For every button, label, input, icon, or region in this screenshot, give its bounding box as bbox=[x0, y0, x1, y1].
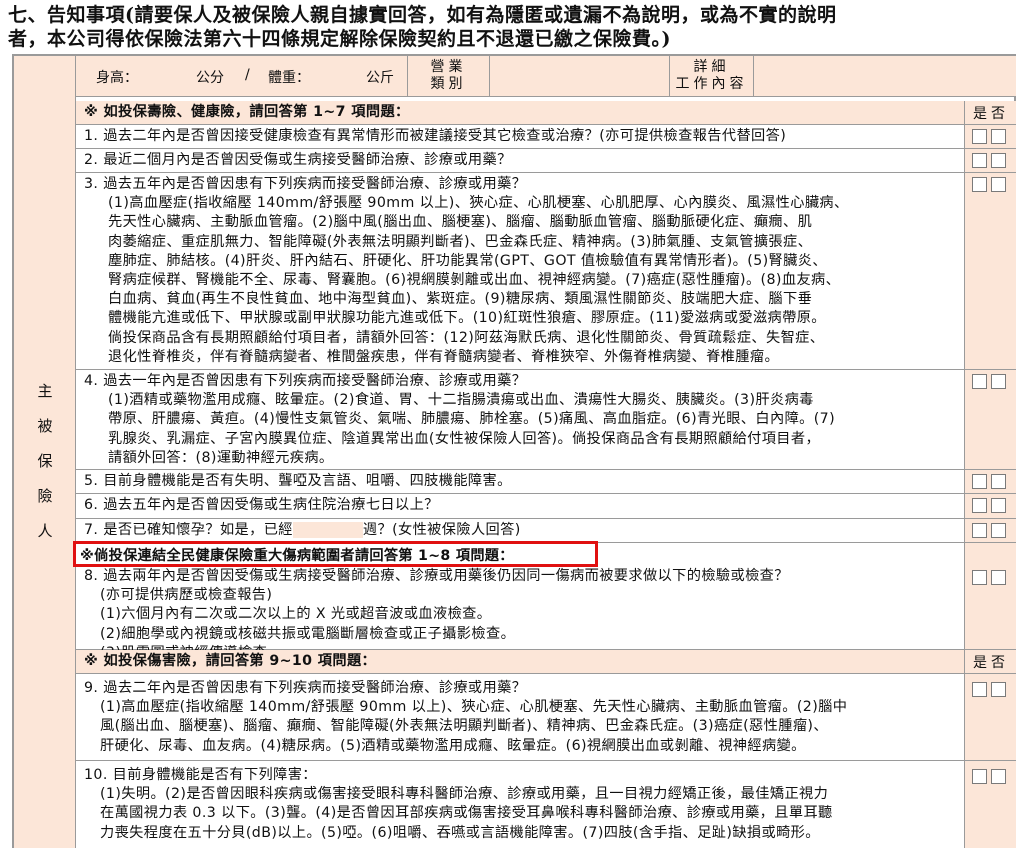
q4-yes-checkbox[interactable] bbox=[972, 374, 987, 389]
height-label: 身高： bbox=[96, 70, 138, 86]
q10-yes-checkbox[interactable] bbox=[972, 769, 987, 784]
height-unit: 公分 bbox=[196, 70, 224, 86]
q7-yes-checkbox[interactable] bbox=[972, 523, 987, 538]
q3-yes-checkbox[interactable] bbox=[972, 177, 987, 192]
q6-yes-checkbox[interactable] bbox=[972, 498, 987, 513]
q4-no-checkbox[interactable] bbox=[991, 374, 1006, 389]
q2-yes-checkbox[interactable] bbox=[972, 153, 987, 168]
q10-no-checkbox[interactable] bbox=[991, 769, 1006, 784]
section1-header-row: ※ 如投保壽險、健康險，請回答第 1~7 項問題： 是否 bbox=[76, 101, 1016, 125]
slash: / bbox=[245, 67, 250, 83]
q3-no-checkbox[interactable] bbox=[991, 177, 1006, 192]
question-2: 2. 最近二個月內是否曾因受傷或生病接受醫師治療、診療或用藥？ bbox=[76, 149, 1016, 173]
q6-no-checkbox[interactable] bbox=[991, 498, 1006, 513]
q2-no-checkbox[interactable] bbox=[991, 153, 1006, 168]
q1-yes-checkbox[interactable] bbox=[972, 129, 987, 144]
section2-header-row: ※ 如投保傷害險，請回答第 9~10 項問題： 是否 bbox=[76, 650, 1016, 674]
q5-yes-checkbox[interactable] bbox=[972, 474, 987, 489]
occupation-class-field[interactable] bbox=[490, 56, 670, 96]
question-10: 10. 目前身體機能是否有下列障害： (1)失明。(2)是否曾因眼科疾病或傷害接… bbox=[76, 761, 1016, 848]
insured-person-label: 主 被 保 險 人 bbox=[37, 382, 53, 540]
body-info-row: 身高： 公分 / 體重： 公斤 營業 類別 詳細 工作內容 bbox=[76, 56, 1016, 97]
q8-no-checkbox[interactable] bbox=[991, 570, 1006, 585]
question-7: 7. 是否已確知懷孕？如是，已經 週？(女性被保險人回答) bbox=[76, 519, 1016, 543]
question-9: 9. 過去二年內是否曾因患有下列疾病而接受醫師治療、診療或用藥？ (1)高血壓症… bbox=[76, 674, 1016, 761]
occupation-class-label-cell: 營業 類別 bbox=[408, 56, 490, 96]
q5-no-checkbox[interactable] bbox=[991, 474, 1006, 489]
section1-header: ※ 如投保壽險、健康險，請回答第 1~7 項問題： bbox=[84, 104, 410, 120]
q7-no-checkbox[interactable] bbox=[991, 523, 1006, 538]
question-3: 3. 過去五年內是否曾因患有下列疾病而接受醫師治療、診療或用藥？ (1)高血壓症… bbox=[76, 173, 1016, 370]
disclosure-form: 主 被 保 險 人 身高： 公分 / 體重： 公斤 營業 類別 詳細 工作內容 … bbox=[12, 54, 1016, 848]
question-5: 5. 目前身體機能是否有失明、聾啞及言語、咀嚼、四肢機能障害。 bbox=[76, 470, 1016, 494]
weight-label: 體重： bbox=[268, 70, 310, 86]
height-weight-cell[interactable]: 身高： 公分 / 體重： 公斤 bbox=[76, 56, 408, 96]
question-4: 4. 過去一年內是否曾因患有下列疾病而接受醫師治療、診療或用藥？ (1)酒精或藥… bbox=[76, 370, 1016, 470]
q1-no-checkbox[interactable] bbox=[991, 129, 1006, 144]
section2-header: ※ 如投保傷害險，請回答第 9~10 項問題： bbox=[84, 653, 377, 669]
weight-unit: 公斤 bbox=[366, 70, 394, 86]
q8-yes-checkbox[interactable] bbox=[972, 570, 987, 585]
job-detail-field[interactable] bbox=[754, 56, 1016, 96]
insured-person-column: 主 被 保 險 人 bbox=[14, 56, 76, 848]
q9-yes-checkbox[interactable] bbox=[972, 682, 987, 697]
pregnancy-weeks-field[interactable] bbox=[292, 522, 363, 538]
nhi-major-illness-callout: ※倘投保連結全民健康保險重大傷病範圍者請回答第 1~8 項問題： bbox=[73, 541, 598, 567]
section-title: 七、告知事項(請要保人及被保險人親自據實回答，如有為隱匿或遺漏不為說明，或為不實… bbox=[8, 4, 837, 50]
question-1: 1. 過去二年內是否曾因接受健康檢查有異常情形而被建議接受其它檢查或治療？(亦可… bbox=[76, 125, 1016, 149]
question-6: 6. 過去五年內是否曾因受傷或生病住院治療七日以上？ bbox=[76, 494, 1016, 519]
job-detail-label-cell: 詳細 工作內容 bbox=[670, 56, 754, 96]
q9-no-checkbox[interactable] bbox=[991, 682, 1006, 697]
yes-no-label-2: 是否 bbox=[973, 655, 1009, 671]
yes-no-label: 是否 bbox=[973, 106, 1009, 122]
